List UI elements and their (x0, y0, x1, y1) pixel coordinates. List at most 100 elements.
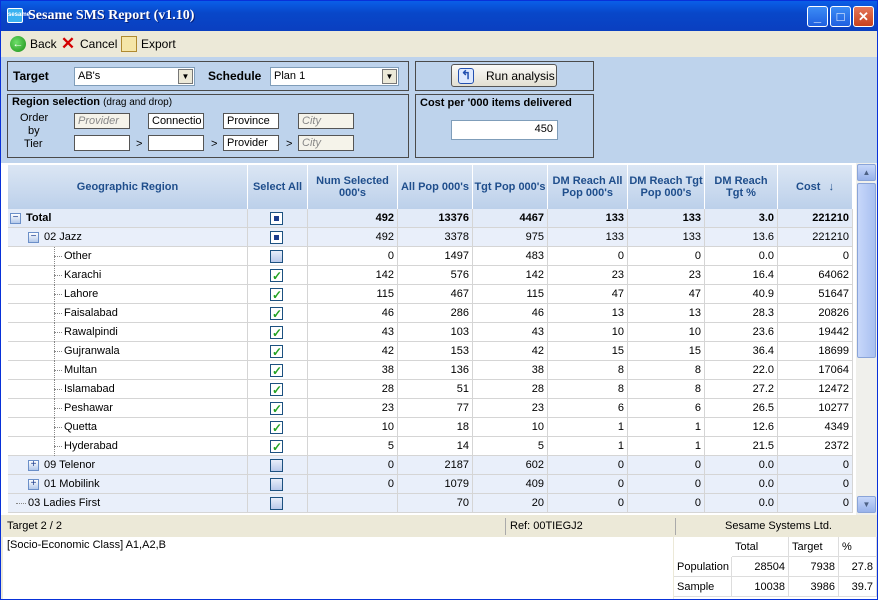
table-row[interactable]: −02 Jazz 492 3378 975 133 133 13.6 221210 (8, 228, 853, 247)
collapse-icon[interactable]: − (28, 232, 39, 243)
select-checkbox[interactable] (270, 343, 283, 361)
order-slot-province[interactable]: Province (223, 113, 279, 129)
collapse-icon[interactable]: − (10, 213, 21, 224)
chevron-down-icon[interactable]: ▼ (382, 69, 397, 84)
value-cell: 221210 (778, 228, 853, 247)
order-slot-connection[interactable]: Connectio (148, 113, 204, 129)
table-row[interactable]: Rawalpindi4310343101023.619442 (8, 323, 853, 342)
minimize-button[interactable]: _ (807, 6, 828, 27)
scroll-down-button[interactable]: ▼ (857, 496, 876, 513)
summary-value: 28504 (732, 557, 789, 577)
select-checkbox[interactable] (270, 250, 283, 263)
scroll-up-button[interactable]: ▲ (857, 164, 876, 181)
column-header[interactable]: Num Selected 000's (308, 165, 398, 209)
region-name: 09 Telenor (44, 459, 96, 471)
value-cell: 42 (473, 342, 548, 361)
select-checkbox[interactable] (270, 267, 283, 285)
value-cell: 10 (308, 418, 398, 437)
table-row[interactable]: Hyderabad51451121.52372 (8, 437, 853, 456)
tier-slot-city[interactable]: City (298, 135, 354, 151)
grid-scrollbar[interactable]: ▲ ▼ (856, 163, 877, 515)
chevron-down-icon[interactable]: ▼ (178, 69, 193, 84)
select-checkbox[interactable] (270, 400, 283, 418)
value-cell: 0.0 (705, 247, 778, 266)
expand-icon[interactable]: + (28, 479, 39, 490)
select-checkbox[interactable] (270, 324, 283, 342)
app-icon: sesame (7, 8, 30, 23)
select-checkbox[interactable] (270, 419, 283, 437)
scroll-thumb[interactable] (857, 183, 876, 358)
table-row[interactable]: +01 Mobilink 0 1079 409 0 0 0.0 0 (8, 475, 853, 494)
value-cell: 0 (628, 475, 705, 494)
value-cell: 5 (473, 437, 548, 456)
region-name: Multan (64, 364, 98, 376)
table-row[interactable]: Islamabad2851288827.212472 (8, 380, 853, 399)
tier-slot-provider[interactable]: Provider (223, 135, 279, 151)
value-cell: 8 (628, 361, 705, 380)
run-analysis-label: Run analysis (486, 68, 555, 83)
table-row[interactable]: +09 Telenor 0 2187 602 0 0 0.0 0 (8, 456, 853, 475)
tier-slot-2[interactable] (148, 135, 204, 151)
select-checkbox[interactable] (270, 478, 283, 491)
table-row[interactable]: Quetta1018101112.64349 (8, 418, 853, 437)
export-button[interactable]: Export (121, 36, 176, 52)
table-row[interactable]: Gujranwala4215342151536.418699 (8, 342, 853, 361)
select-checkbox[interactable] (270, 438, 283, 456)
cost-input[interactable]: 450 (451, 120, 558, 140)
schedule-select[interactable]: Plan 1 ▼ (270, 67, 399, 86)
select-checkbox[interactable] (270, 459, 283, 472)
schedule-value: Plan 1 (274, 70, 306, 82)
cancel-button[interactable]: ✕ Cancel (60, 35, 117, 52)
column-header[interactable]: DM Reach Tgt % (705, 165, 778, 209)
table-row[interactable]: − Total 492 13376 4467 133 133 3.0 221210 (8, 209, 853, 228)
expand-icon[interactable]: + (28, 460, 39, 471)
select-checkbox[interactable] (270, 362, 283, 380)
table-row[interactable]: Peshawar2377236626.510277 (8, 399, 853, 418)
table-row[interactable]: Faisalabad4628646131328.320826 (8, 304, 853, 323)
order-slot-city[interactable]: City (298, 113, 354, 129)
column-header[interactable]: DM Reach All Pop 000's (548, 165, 628, 209)
criteria-panel: [Socio-Economic Class] A1,A2,B (3, 537, 673, 599)
region-name-cell: 03 Ladies First (8, 494, 248, 513)
table-row[interactable]: Multan38136388822.017064 (8, 361, 853, 380)
value-cell: 28 (308, 380, 398, 399)
select-checkbox[interactable] (270, 497, 283, 510)
maximize-button[interactable]: □ (830, 6, 851, 27)
select-checkbox[interactable] (270, 286, 283, 304)
column-header[interactable]: Tgt Pop 000's (473, 165, 548, 209)
target-select[interactable]: AB's ▼ (74, 67, 195, 86)
select-checkbox[interactable] (270, 212, 283, 225)
value-cell: 16.4 (705, 266, 778, 285)
summary-row-label: Sample (674, 577, 732, 597)
order-slot-provider[interactable]: Provider (74, 113, 130, 129)
summary-value: 3986 (789, 577, 839, 597)
value-cell: 12.6 (705, 418, 778, 437)
table-row[interactable]: Other 0 1497 483 0 0 0.0 0 (8, 247, 853, 266)
select-checkbox[interactable] (270, 231, 283, 244)
region-name-cell: Peshawar (8, 399, 248, 418)
table-row[interactable]: 03 Ladies First 70 20 0 0 0.0 0 (8, 494, 853, 513)
table-row[interactable]: Lahore115467115474740.951647 (8, 285, 853, 304)
select-cell (248, 228, 308, 247)
value-cell: 51 (398, 380, 473, 399)
region-name-cell: Karachi (8, 266, 248, 285)
column-header[interactable]: All Pop 000's (398, 165, 473, 209)
value-cell: 17064 (778, 361, 853, 380)
value-cell: 8 (548, 380, 628, 399)
value-cell: 136 (398, 361, 473, 380)
value-cell: 23.6 (705, 323, 778, 342)
value-cell: 26.5 (705, 399, 778, 418)
select-checkbox[interactable] (270, 305, 283, 323)
column-header[interactable]: Geographic Region (8, 165, 248, 209)
run-analysis-button[interactable]: ↰ Run analysis (451, 64, 557, 87)
column-header[interactable]: DM Reach Tgt Pop 000's (628, 165, 705, 209)
select-checkbox[interactable] (270, 381, 283, 399)
table-row[interactable]: Karachi142576142232316.464062 (8, 266, 853, 285)
column-header-label: Num Selected 000's (316, 175, 389, 199)
back-button[interactable]: ← Back (10, 36, 57, 52)
column-header[interactable]: Cost ↓ (778, 165, 853, 209)
close-button[interactable]: ✕ (853, 6, 874, 27)
column-header[interactable]: Select All (248, 165, 308, 209)
title-bar[interactable]: sesame Sesame SMS Report (v1.10) _ □ ✕ (1, 1, 877, 31)
tier-slot-1[interactable] (74, 135, 130, 151)
